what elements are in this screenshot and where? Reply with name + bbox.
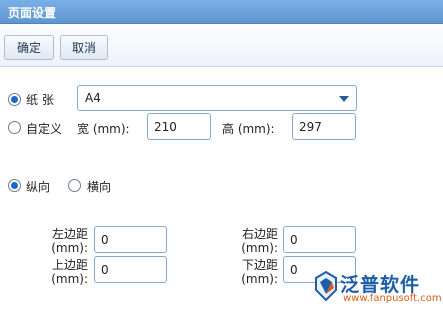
dialog-title: 页面设置 <box>8 6 57 20</box>
margin-left-input[interactable] <box>94 226 167 253</box>
paper-width-label: 宽 (mm): <box>77 122 130 136</box>
landscape-label: 横向 <box>87 180 112 194</box>
paper-preset-label: 纸 张 <box>26 93 54 107</box>
confirm-button[interactable]: 确定 <box>4 35 54 60</box>
margin-left-label: 左边距 (mm): <box>51 227 88 255</box>
margin-top-input[interactable] <box>94 256 167 283</box>
brand-watermark: 泛普软件 www.fanpusoft.com <box>312 268 443 310</box>
paper-height-label: 高 (mm): <box>222 122 275 136</box>
landscape-radio[interactable] <box>68 179 81 192</box>
margin-right-input[interactable] <box>283 226 356 253</box>
dialog-titlebar: 页面设置 <box>0 0 443 24</box>
paper-custom-label: 自定义 <box>26 122 63 136</box>
margin-top-label: 上边距 (mm): <box>51 258 88 286</box>
paper-size-select[interactable]: A4 <box>77 85 357 111</box>
chevron-down-icon <box>339 96 349 102</box>
paper-custom-radio[interactable] <box>8 121 21 134</box>
margin-bottom-label: 下边距 (mm): <box>241 258 278 286</box>
margin-right-label: 右边距 (mm): <box>241 227 278 255</box>
dialog-toolbar: 确定 取消 <box>0 25 443 67</box>
brand-url: www.fanpusoft.com <box>343 293 442 304</box>
portrait-radio[interactable] <box>8 179 21 192</box>
paper-size-value: A4 <box>85 91 101 105</box>
fanpu-logo-icon <box>315 270 337 302</box>
paper-height-input[interactable] <box>292 113 356 140</box>
paper-width-input[interactable] <box>147 113 211 140</box>
portrait-label: 纵向 <box>26 180 51 194</box>
cancel-button[interactable]: 取消 <box>60 35 108 60</box>
paper-preset-radio[interactable] <box>8 93 21 106</box>
